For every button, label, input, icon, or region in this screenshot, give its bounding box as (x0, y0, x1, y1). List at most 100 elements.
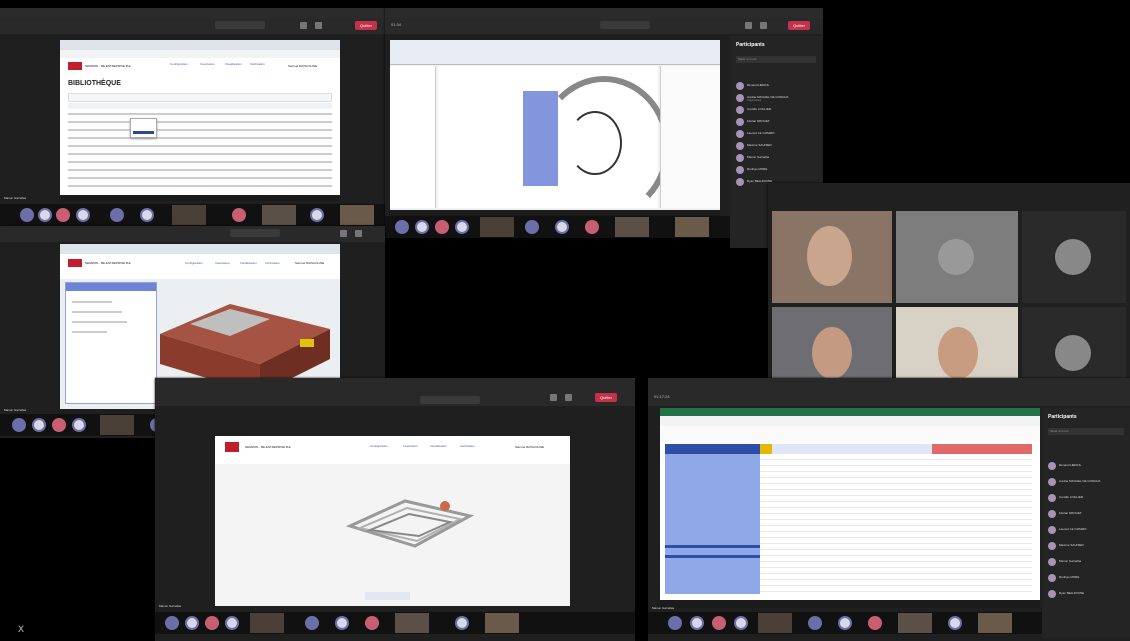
table-row[interactable] (68, 145, 332, 147)
filter-row[interactable] (68, 93, 332, 102)
participant-label: Manon Garrellas (159, 604, 182, 608)
participant-item[interactable]: Maxime SAUNIER (1048, 542, 1124, 551)
nav-visualisation[interactable]: Visualisation (430, 444, 447, 448)
tree-item[interactable] (72, 301, 112, 303)
user-name[interactable]: Samuel RAISCOLINE (295, 261, 324, 265)
nav-configuration[interactable]: Configuration (170, 62, 188, 66)
properties-panel[interactable] (660, 66, 720, 208)
mic-icon[interactable] (760, 22, 767, 29)
viewer-toolbar[interactable] (365, 592, 410, 600)
participant-item[interactable]: Renaud HERCIL (1048, 462, 1124, 471)
mic-icon[interactable] (355, 230, 362, 237)
participant-video (100, 415, 134, 435)
table-row[interactable] (68, 169, 332, 171)
table-row[interactable] (68, 185, 332, 187)
drawing-canvas[interactable] (438, 66, 670, 218)
participant-avatar (335, 616, 349, 630)
participant-item[interactable]: Florian DROUET (1048, 510, 1124, 519)
leave-button[interactable]: Quitter (595, 393, 617, 402)
camera-icon[interactable] (300, 22, 307, 29)
participant-name: Manon Garrellas (747, 155, 770, 159)
close-icon[interactable]: X (18, 624, 24, 634)
participant-name: Renaud HERCIL (1059, 463, 1082, 467)
avatar (1048, 510, 1056, 518)
participant-item[interactable]: Camille LOILLIER (1048, 494, 1124, 503)
participant-item[interactable]: Maxime SAUNIER (736, 142, 816, 151)
participant-video (262, 205, 296, 225)
avatar (1055, 335, 1091, 371)
formula-bar[interactable] (660, 426, 1040, 442)
mep-3d-model[interactable] (345, 486, 475, 556)
participant-item[interactable]: Manon Garrellas (736, 154, 816, 163)
nav-configuration[interactable]: Configuration (185, 261, 203, 265)
mic-icon[interactable] (565, 394, 572, 401)
browser-address-bar[interactable] (60, 50, 340, 58)
layer-tree-panel[interactable] (65, 282, 157, 404)
face-shape (938, 327, 978, 379)
nav-verification[interactable]: Vérification (460, 444, 475, 448)
participant-search[interactable]: Taper un nom (1048, 428, 1124, 435)
participant-item[interactable]: Manon Garrellas (1048, 558, 1124, 567)
table-row[interactable] (68, 137, 332, 139)
table-row[interactable] (68, 121, 332, 123)
participant-item[interactable]: Florian DROUET (736, 118, 816, 127)
meeting-toolbar: 01:17:24 (648, 378, 1130, 406)
nav-visualisation[interactable]: Visualisation (240, 261, 257, 265)
leave-button[interactable]: Quitter (355, 21, 377, 30)
table-row[interactable] (68, 153, 332, 155)
table-row[interactable] (68, 177, 332, 179)
search-field[interactable] (600, 21, 650, 29)
context-menu[interactable] (130, 118, 157, 138)
menu-item-selected[interactable] (133, 131, 154, 134)
mic-icon[interactable] (315, 22, 322, 29)
participant-item[interactable]: Camille LOILLIER (736, 106, 816, 115)
participant-item[interactable]: Ryan BELHOCINE (1048, 590, 1124, 599)
user-name[interactable]: Samuel RAISCOLINE (515, 445, 544, 449)
nav-visualisation[interactable]: Visualisation (225, 62, 242, 66)
camera-icon[interactable] (745, 22, 752, 29)
window-mep-viewer: Quitter NEMROD · BE ENTREPRISE B.E Confi… (155, 378, 635, 641)
user-name[interactable]: Samuel RAISCOLINE (288, 64, 317, 68)
participant-item[interactable]: Aurélie MANUEL DE CONCHA Organisateur (736, 94, 816, 103)
participant-item[interactable]: Aurélie MANUEL DE CONCHA (1048, 478, 1124, 487)
participant-avatar (38, 208, 52, 222)
cell-grid[interactable] (760, 454, 1032, 594)
participant-name: Camille LOILLIER (747, 107, 772, 111)
camera-icon[interactable] (550, 394, 557, 401)
avatar (1055, 239, 1091, 275)
avatar (1048, 542, 1056, 550)
tree-item[interactable] (72, 321, 127, 323)
project-browser[interactable] (390, 66, 436, 208)
tree-item[interactable] (72, 331, 107, 333)
participant-video (978, 613, 1012, 633)
search-field[interactable] (230, 229, 280, 237)
participant-name: Rodrigo MORE (747, 167, 768, 171)
participant-item[interactable]: Rodrigo MORE (736, 166, 816, 175)
nav-verification[interactable]: Vérification (250, 62, 265, 66)
revit-ribbon[interactable] (390, 40, 720, 65)
table-row[interactable] (68, 113, 332, 115)
nav-verification[interactable]: Vérification (265, 261, 280, 265)
participant-item[interactable]: Laurent LE GOMMO (736, 130, 816, 139)
participant-search[interactable]: Taper un nom (736, 56, 816, 63)
table-row[interactable] (68, 161, 332, 163)
nav-configuration[interactable]: Configuration (370, 444, 388, 448)
participant-video (772, 211, 892, 303)
participant-item[interactable]: Rodrigo MORE (1048, 574, 1124, 583)
participant-avatar (838, 616, 852, 630)
tree-item[interactable] (72, 311, 122, 313)
camera-icon[interactable] (340, 230, 347, 237)
participant-item[interactable]: Renaud HERCIL (736, 82, 816, 91)
participant-avatar (668, 616, 682, 630)
search-field[interactable] (215, 21, 265, 29)
participant-item[interactable]: Laurent LE GOMMO (1048, 526, 1124, 535)
participant-avatar (32, 418, 46, 432)
table-row[interactable] (68, 129, 332, 131)
participant-avatar (455, 616, 469, 630)
search-field[interactable] (420, 396, 480, 404)
nav-inventaires[interactable]: Inventaires (215, 261, 230, 265)
leave-button[interactable]: Quitter (788, 21, 810, 30)
nav-inventaires[interactable]: Inventaires (403, 444, 418, 448)
row-labels[interactable] (665, 454, 760, 594)
nav-inventaires[interactable]: Inventaires (200, 62, 215, 66)
